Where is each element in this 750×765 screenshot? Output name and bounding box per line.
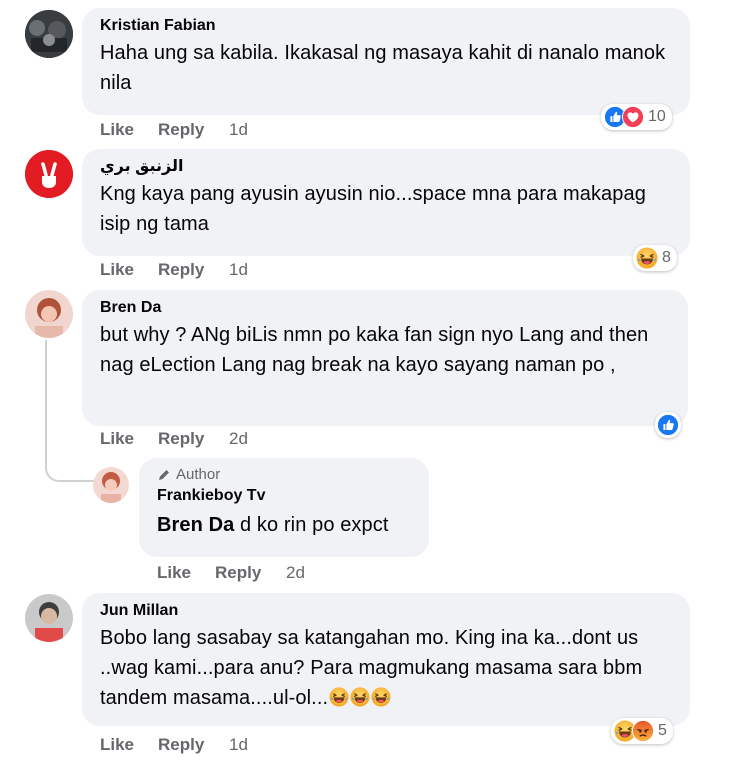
like-button[interactable]: Like [100,429,158,449]
comment-text: but why ? ANg biLis nmn po kaka fan sign… [100,324,649,376]
comment-bubble: الزنبق بري Kng kaya pang ayusin ayusin n… [82,149,690,256]
mention-link[interactable]: Bren Da [157,514,234,536]
reply-author-name[interactable]: Frankieboy Tv [157,486,417,506]
haha-reaction-icon [636,247,658,269]
angry-reaction-icon [632,720,654,742]
author-badge: Author [157,466,417,483]
reply-actions: Like Reply 2d [157,563,305,583]
like-button[interactable]: Like [100,260,158,280]
avatar[interactable] [25,594,73,642]
avatar-image [93,467,129,503]
comment-actions: Like Reply 1d [100,120,248,140]
reaction-summary[interactable] [655,412,681,438]
author-label: Author [176,466,221,483]
timestamp[interactable]: 1d [229,120,248,140]
avatar-image [25,10,73,58]
comment-text: Kng kaya pang ayusin ayusin nio...space … [100,183,646,235]
comment-actions: Like Reply 1d [100,735,248,755]
comment-text: Haha ung sa kabila. Ikakasal ng masaya k… [100,42,666,94]
like-button[interactable]: Like [100,120,158,140]
avatar[interactable] [93,467,129,503]
peace-hand-icon [25,150,73,198]
love-reaction-icon [622,106,644,128]
avatar[interactable] [25,290,73,338]
reply-message: d ko rin po expct [234,514,389,536]
timestamp[interactable]: 2d [229,429,248,449]
comment-text: Bobo lang sasabay sa katangahan mo. King… [100,623,678,713]
pencil-icon [159,469,169,480]
avatar-image [25,290,73,338]
avatar-image [25,594,73,642]
avatar[interactable] [25,150,73,198]
reply-button[interactable]: Reply [158,260,229,280]
comment-author-name[interactable]: الزنبق بري [100,157,678,177]
reply-bubble: Author Frankieboy Tv Bren Da d ko rin po… [139,458,429,557]
comment-author-name[interactable]: Kristian Fabian [100,16,678,36]
reaction-summary[interactable]: 5 [611,718,673,744]
reply-button[interactable]: Reply [158,120,229,140]
like-button[interactable]: Like [100,735,158,755]
reply-button[interactable]: Reply [158,429,229,449]
comment-actions: Like Reply 1d [100,260,248,280]
comment-bubble: Jun Millan Bobo lang sasabay sa katangah… [82,593,690,726]
like-button[interactable]: Like [157,563,215,583]
timestamp[interactable]: 1d [229,260,248,280]
haha-emoji-icon [350,687,370,707]
timestamp[interactable]: 2d [286,563,305,583]
haha-emoji-icon [329,687,349,707]
reply-text: Bren Da d ko rin po expct [157,510,417,540]
comment-bubble: Kristian Fabian Haha ung sa kabila. Ikak… [82,8,690,115]
reaction-summary[interactable]: 10 [601,104,672,130]
reaction-count: 10 [648,108,666,125]
timestamp[interactable]: 1d [229,735,248,755]
comment-actions: Like Reply 2d [100,429,248,449]
like-reaction-icon [657,414,679,436]
comment-author-name[interactable]: Bren Da [100,298,676,318]
reply-button[interactable]: Reply [158,735,229,755]
haha-emoji-icon [371,687,391,707]
reaction-count: 5 [658,722,667,739]
avatar[interactable] [25,10,73,58]
reply-button[interactable]: Reply [215,563,286,583]
reaction-summary[interactable]: 8 [633,245,677,271]
reaction-count: 8 [662,249,671,266]
comment-bubble: Bren Da but why ? ANg biLis nmn po kaka … [82,290,688,426]
comment-author-name[interactable]: Jun Millan [100,601,678,621]
